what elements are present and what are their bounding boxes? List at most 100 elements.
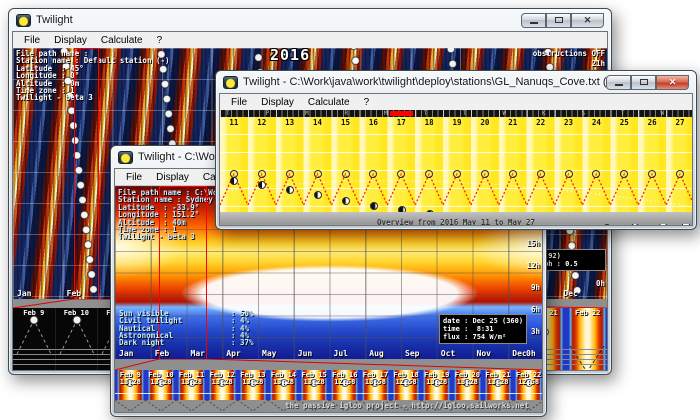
moon-outline-icon [481,170,489,178]
moonrise-time-label: 13:28 [268,378,299,386]
close-button[interactable]: ✕ [571,13,604,28]
tooltip-line: (92) [544,252,602,260]
moon-outline-icon [342,170,350,178]
ruler-tick-letter: W [661,110,665,117]
menu-item-display[interactable]: Display [254,96,301,109]
moon-outline-icon [286,170,294,178]
app-sun-icon [223,76,238,89]
day-column[interactable]: Feb 1313:28 [238,370,269,400]
moonrise-time-label: 13:58 [360,378,391,386]
maximize-icon [640,79,648,85]
month-label: Jun [298,349,312,358]
menu-item-display[interactable]: Display [149,171,196,184]
hour-label: 15h [526,239,540,248]
minimize-button[interactable] [606,75,631,90]
month-label: May [262,349,276,358]
moonrise-time-label: 13:28 [299,378,330,386]
hour-label: 6h [531,305,540,314]
window-nanuqs-cove[interactable]: Twilight - C:\Work\java\work\twilight\de… [215,70,697,230]
menu-item-file[interactable]: File [17,34,47,47]
moon-outline-icon [537,170,545,178]
hour-label: 9h [531,283,540,292]
moon-phase-icon [258,181,266,189]
moonrise-time-label: 13:28 [207,378,238,386]
minimize-button[interactable] [521,13,546,28]
ruler-selection-marker [390,111,413,116]
day-column[interactable]: Feb 1413:28 [268,370,299,400]
moon-phase-icon [286,186,294,194]
menu-item-file[interactable]: File [224,96,254,109]
close-icon: ✕ [584,16,592,25]
tooltip-line: date : Dec 25 (360) [443,317,523,325]
moon-phase-icon [230,177,238,185]
menu-item-calculate[interactable]: Calculate [301,96,357,109]
moonrise-time-label: 13:28 [146,378,177,386]
titlebar[interactable]: Twilight - C:\Work\java\work\twilight\de… [216,71,696,93]
ruler-tick-letter: T [424,110,428,117]
maximize-button[interactable] [631,75,656,90]
ruler-tick-letter: T [226,110,230,117]
ruler-tick-letter: T [463,110,467,117]
month-label: Dec [512,349,526,358]
minimize-icon [615,84,623,86]
ruler-tick-letter: R [345,110,349,117]
overview-chart-canvas[interactable]: 1112131415161718192021222324252627 [220,117,693,212]
day-column[interactable]: Feb 1213:28 [207,370,238,400]
ruler-tick-letter: W [503,110,507,117]
day-detail-strip[interactable]: Feb 913:28Feb 1013:28Feb 1113:28Feb 1213… [115,370,543,400]
window-title: Twilight - C:\Work\java\work\twilight\de… [243,76,606,88]
day-column[interactable]: Feb 2013:28 [452,370,483,400]
zoom-bracket-separator [115,359,542,370]
moon-arc [13,312,56,354]
ruler-tick-letters: TPMRMTTWKSTW [220,110,693,117]
timeline-ruler[interactable]: TPMRMTTWKSTW [220,110,693,117]
day-column[interactable]: Feb 2212:58 [513,370,543,400]
month-label: Mar [191,349,205,358]
moon-outline-icon [509,170,517,178]
hour-label: 0h [596,279,605,288]
month-label: Jan [17,289,31,298]
moonrise-time-label: 12:58 [329,378,360,386]
day-column[interactable]: Feb 2113:28 [483,370,514,400]
day-column[interactable]: Feb 1913:28 [421,370,452,400]
menubar: FileDisplayCalculate? [220,94,692,111]
day-column[interactable]: Feb 1713:58 [360,370,391,400]
month-label: Oct [441,349,455,358]
day-column[interactable]: Feb 1113:28 [176,370,207,400]
zoom-bracket-lines [115,359,543,370]
day-column[interactable]: Feb 1812:58 [391,370,422,400]
day-column[interactable]: Feb 1513:28 [299,370,330,400]
close-button[interactable]: ✕ [656,75,689,90]
menu-item-display[interactable]: Display [47,34,94,47]
sun-moon-curves [220,117,693,212]
day-column[interactable]: Feb 1013:28 [146,370,177,400]
month-label: Aug [369,349,383,358]
month-label: Jan [119,349,133,358]
menu-item-calculate[interactable]: Calculate [94,34,150,47]
menubar: FileDisplayCalculate? [13,32,607,49]
day-column[interactable]: Feb 1612:58 [329,370,360,400]
moonrise-time-label: 13:28 [238,378,269,386]
moonrise-time-label: 13:28 [421,378,452,386]
app-sun-icon [118,151,133,164]
hour-label: 21h [591,59,605,68]
moonrise-time-label: 12:58 [513,378,543,386]
moon-phase-icon [370,202,378,210]
menu-item-help[interactable]: ? [150,34,170,47]
titlebar[interactable]: Twilight ✕ [9,9,611,31]
moon-outline-icon [453,170,461,178]
ruler-tick-letter: M [305,110,309,117]
month-label: Feb [155,349,169,358]
moonrise-time-label: 13:28 [483,378,514,386]
ruler-tick-letter: K [542,110,546,117]
menu-item-help[interactable]: ? [357,96,377,109]
close-icon: ✕ [669,78,677,87]
moonrise-time-label: 13:28 [115,378,146,386]
menu-item-file[interactable]: File [119,171,149,184]
maximize-button[interactable] [546,13,571,28]
day-column[interactable]: Feb 913:28 [115,370,146,400]
tooltip-line: ph : 0.5 [544,260,602,268]
hour-label: 12h [526,261,540,270]
month-label: Sep [405,349,419,358]
month-label: Jul [334,349,348,358]
